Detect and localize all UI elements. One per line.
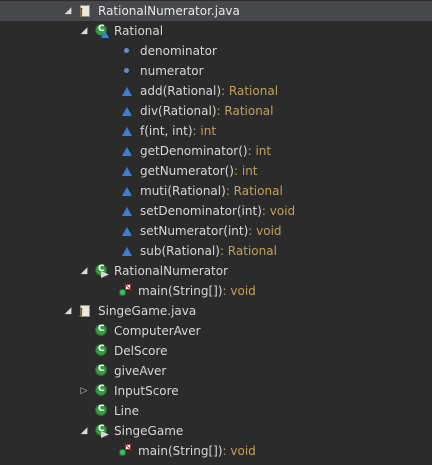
member-type: : Rational <box>216 104 274 118</box>
main-method-icon <box>118 444 132 458</box>
tree-item-main-method[interactable]: main(String[]) : void <box>0 441 432 461</box>
class-icon: C <box>94 264 109 278</box>
expand-arrow-icon[interactable]: ◢ <box>63 6 73 16</box>
method-icon <box>120 104 134 118</box>
member-type: : Rational <box>225 184 283 198</box>
tree-item-file-singegame[interactable]: ◢ J SingeGame.java <box>0 301 432 321</box>
member-name: getDenominator() <box>140 144 248 158</box>
java-file-icon: J <box>78 304 92 318</box>
collapse-arrow-icon[interactable]: ▷ <box>79 386 89 396</box>
class-name: DelScore <box>114 344 168 358</box>
member-name: main(String[]) <box>138 284 223 298</box>
tree-item-member[interactable]: div(Rational) : Rational <box>0 101 432 121</box>
tree-item-main-method[interactable]: main(String[]) : void <box>0 281 432 301</box>
class-icon: C <box>94 424 109 438</box>
member-type: : void <box>222 284 256 298</box>
method-icon <box>120 164 134 178</box>
field-icon <box>120 64 134 78</box>
class-name: SingeGame <box>114 424 184 438</box>
main-method-icon <box>118 284 132 298</box>
member-type: : int <box>234 164 258 178</box>
tree-item-class-rational[interactable]: ◢ C Rational <box>0 21 432 41</box>
java-file-icon: J <box>78 4 92 18</box>
file-name: SingeGame.java <box>98 304 197 318</box>
tree-item-member[interactable]: getNumerator() : int <box>0 161 432 181</box>
method-icon <box>120 124 134 138</box>
member-name: sub(Rational) <box>140 244 220 258</box>
tree-item-member[interactable]: setDenominator(int) : void <box>0 201 432 221</box>
method-icon <box>120 204 134 218</box>
member-name: add(Rational) <box>140 84 222 98</box>
member-type: : void <box>248 224 282 238</box>
member-name: getNumerator() <box>140 164 234 178</box>
tree-item-class-rationalnumerator[interactable]: ◢ C RationalNumerator <box>0 261 432 281</box>
class-name: RationalNumerator <box>114 264 229 278</box>
member-name: denominator <box>140 44 217 58</box>
method-icon <box>120 184 134 198</box>
member-type: : Rational <box>219 244 277 258</box>
tree-item-class[interactable]: C DelScore <box>0 341 432 361</box>
expand-arrow-icon[interactable]: ◢ <box>79 266 89 276</box>
tree-item-member[interactable]: add(Rational) : Rational <box>0 81 432 101</box>
tree-item-member[interactable]: sub(Rational) : Rational <box>0 241 432 261</box>
member-type: : void <box>222 444 256 458</box>
class-name: giveAver <box>114 364 167 378</box>
member-type: : int <box>247 144 272 158</box>
tree-item-class[interactable]: C ComputerAver <box>0 321 432 341</box>
method-icon <box>120 144 134 158</box>
class-name: ComputerAver <box>114 324 201 338</box>
member-name: muti(Rational) <box>140 184 226 198</box>
class-name: Line <box>114 404 140 418</box>
member-name: numerator <box>140 64 204 78</box>
member-name: setNumerator(int) <box>140 224 249 238</box>
tree-item-member[interactable]: f(int, int) : int <box>0 121 432 141</box>
tree-item-member[interactable]: denominator <box>0 41 432 61</box>
class-icon: C <box>94 324 108 338</box>
class-icon: C <box>94 404 108 418</box>
member-type: : int <box>192 124 217 138</box>
tree-item-file-rationalnumerator[interactable]: ◢ J RationalNumerator.java <box>0 1 432 21</box>
tree-item-class[interactable]: C Line <box>0 401 432 421</box>
class-name: InputScore <box>114 384 179 398</box>
tree-item-member[interactable]: setNumerator(int) : void <box>0 221 432 241</box>
member-name: f(int, int) <box>140 124 193 138</box>
member-name: div(Rational) <box>140 104 217 118</box>
member-name: setDenominator(int) <box>140 204 262 218</box>
field-icon <box>120 44 134 58</box>
expand-arrow-icon[interactable]: ◢ <box>79 426 89 436</box>
tree-item-class[interactable]: C giveAver <box>0 361 432 381</box>
member-name: main(String[]) <box>138 444 223 458</box>
tree-item-member[interactable]: numerator <box>0 61 432 81</box>
method-icon <box>120 244 134 258</box>
class-icon: C <box>94 364 108 378</box>
method-icon <box>120 224 134 238</box>
class-icon: C <box>94 24 109 38</box>
tree-item-member[interactable]: muti(Rational) : Rational <box>0 181 432 201</box>
member-type: : Rational <box>221 84 279 98</box>
expand-arrow-icon[interactable]: ◢ <box>79 26 89 36</box>
member-type: : void <box>261 204 296 218</box>
tree-item-class[interactable]: ◢ C SingeGame <box>0 421 432 441</box>
class-icon: C <box>94 344 108 358</box>
tree-item-member[interactable]: getDenominator() : int <box>0 141 432 161</box>
file-name: RationalNumerator.java <box>98 4 240 18</box>
tree-item-class[interactable]: ▷ C InputScore <box>0 381 432 401</box>
class-name: Rational <box>114 24 164 38</box>
expand-arrow-icon[interactable]: ◢ <box>63 306 73 316</box>
class-icon: C <box>94 384 108 398</box>
method-icon <box>120 84 134 98</box>
